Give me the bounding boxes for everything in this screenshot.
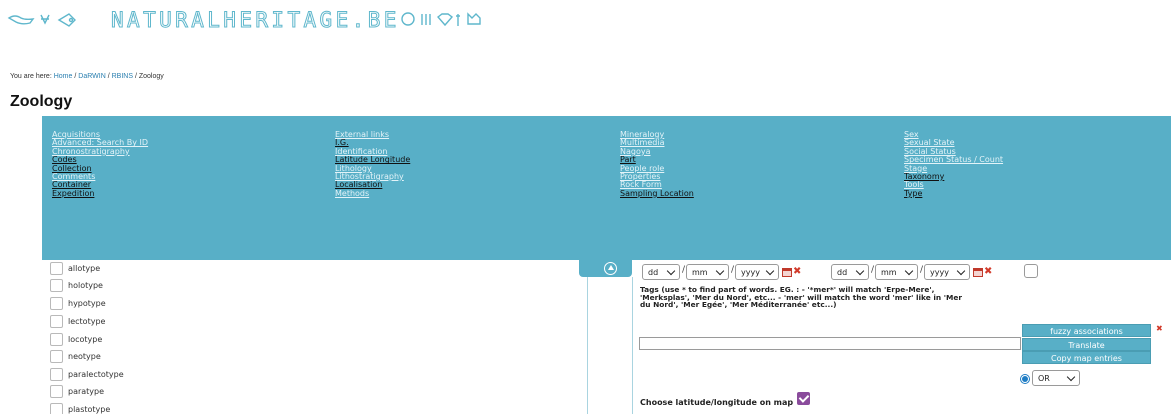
type-label: allotype — [68, 263, 101, 273]
map-coordinates-checkbox[interactable] — [797, 392, 810, 405]
date-from-day-select[interactable]: dd — [642, 264, 680, 280]
date-to-year-select[interactable]: yyyy — [924, 264, 970, 280]
chevron-down-icon — [765, 266, 775, 276]
type-label: hypotype — [68, 298, 106, 308]
logo-animals-icon — [7, 13, 76, 27]
breadcrumb-prefix: You are here: — [10, 73, 54, 80]
criteria-link-expedition[interactable]: Expedition — [52, 189, 148, 198]
chevron-down-icon — [904, 266, 914, 276]
breadcrumb-home[interactable]: Home — [54, 73, 73, 80]
chevron-down-icon — [666, 266, 676, 276]
operator-select[interactable]: OR — [1032, 370, 1080, 386]
date-to-year-value: yyyy — [930, 267, 949, 277]
type-option[interactable]: locotype — [50, 332, 102, 346]
breadcrumb-current: Zoology — [138, 73, 164, 80]
breadcrumb-rbins[interactable]: RBINS — [112, 73, 133, 80]
calendar-icon[interactable] — [973, 268, 983, 277]
tag-input[interactable] — [639, 337, 1021, 350]
tags-help-text: Tags (use * to find part of words. EG. :… — [640, 285, 962, 310]
type-checklist: allotype holotype hypotype lectotype loc… — [42, 260, 588, 414]
type-option[interactable]: holotype — [50, 278, 103, 292]
breadcrumb-darwin[interactable]: DaRWIN — [78, 73, 105, 80]
site-logo[interactable]: NATURALHERITAGE.BE — [7, 8, 492, 32]
date-separator: / — [920, 265, 924, 275]
date-from-year-select[interactable]: yyyy — [735, 264, 779, 280]
type-checkbox[interactable] — [50, 367, 63, 381]
chevron-down-icon — [956, 266, 966, 276]
date-to-day-select[interactable]: dd — [831, 264, 869, 280]
type-checkbox[interactable] — [50, 314, 63, 328]
type-checkbox[interactable] — [50, 384, 63, 398]
criteria-link-methods[interactable]: Methods — [335, 189, 410, 198]
date-from-month-value: mm — [692, 267, 708, 277]
type-checkbox[interactable] — [50, 278, 63, 292]
type-checkbox[interactable] — [50, 261, 63, 275]
type-label: neotype — [68, 351, 101, 361]
type-label: lectotype — [68, 316, 106, 326]
chevron-down-icon — [1066, 372, 1076, 382]
date-separator: / — [731, 265, 735, 275]
date-from-year-value: yyyy — [741, 267, 760, 277]
calendar-icon[interactable] — [782, 268, 792, 277]
type-checkbox[interactable] — [50, 349, 63, 363]
criteria-panel: Acquisitions Advanced: Search By ID Chro… — [42, 116, 1171, 260]
remove-icon[interactable]: ✖ — [984, 267, 992, 277]
type-label: paralectotype — [68, 369, 124, 379]
remove-icon[interactable]: ✖ — [793, 267, 801, 277]
date-to-month-value: mm — [881, 267, 897, 277]
date-separator: / — [871, 265, 875, 275]
criteria-link-type[interactable]: Type — [904, 189, 1003, 198]
type-option[interactable]: paratype — [50, 384, 104, 398]
chevron-down-icon — [855, 266, 865, 276]
type-label: holotype — [68, 280, 103, 290]
operator-radio[interactable] — [1022, 376, 1028, 382]
logo-objects-icon — [401, 12, 481, 27]
date-to-month-select[interactable]: mm — [875, 264, 918, 280]
type-option[interactable]: plastotype — [50, 402, 110, 414]
criteria-column-2: External links I.G. Identification Latit… — [335, 130, 410, 198]
breadcrumb: You are here: Home / DaRWIN / RBINS / Zo… — [10, 73, 164, 80]
type-option[interactable]: hypotype — [50, 296, 106, 310]
type-label: paratype — [68, 386, 105, 396]
operator-value: OR — [1038, 373, 1050, 383]
copy-map-entries-button[interactable]: Copy map entries — [1022, 351, 1151, 364]
date-separator: / — [682, 265, 686, 275]
criteria-column-4: Sex Sexual State Social Status Specimen … — [904, 130, 1003, 198]
type-option[interactable]: lectotype — [50, 314, 105, 328]
criteria-column-3: Mineralogy Multimedia Nagoya Part People… — [620, 130, 694, 198]
type-checkbox[interactable] — [50, 332, 63, 346]
divider — [632, 277, 633, 414]
collapse-panel-button[interactable] — [579, 260, 632, 277]
type-checkbox[interactable] — [50, 402, 63, 414]
type-option[interactable]: paralectotype — [50, 367, 124, 381]
date-from-day-value: dd — [648, 267, 659, 277]
map-coordinates-label: Choose latitude/longitude on map — [640, 398, 794, 407]
logo-text: NATURALHERITAGE.BE — [111, 8, 400, 32]
type-label: locotype — [68, 334, 103, 344]
translate-button[interactable]: Translate — [1022, 338, 1151, 351]
type-option[interactable]: allotype — [50, 261, 100, 275]
page-title: Zoology — [10, 93, 73, 110]
remove-icon[interactable]: ✖ — [1156, 324, 1163, 334]
type-label: plastotype — [68, 404, 111, 414]
criteria-column-1: Acquisitions Advanced: Search By ID Chro… — [52, 130, 148, 198]
date-checkbox[interactable] — [1024, 264, 1038, 278]
criteria-link-sampling-location[interactable]: Sampling Location — [620, 189, 694, 198]
type-option[interactable]: neotype — [50, 349, 101, 363]
date-from-month-select[interactable]: mm — [686, 264, 729, 280]
date-to-day-value: dd — [837, 267, 848, 277]
type-checkbox[interactable] — [50, 296, 63, 310]
fuzzy-associations-button[interactable]: fuzzy associations — [1022, 324, 1151, 337]
collapse-icon — [604, 262, 617, 275]
chevron-down-icon — [715, 266, 725, 276]
